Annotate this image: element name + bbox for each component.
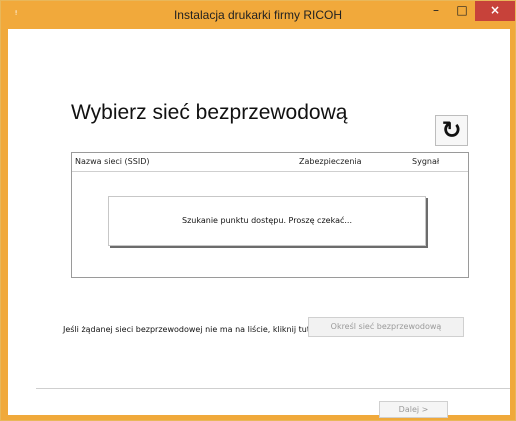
close-button[interactable]: × xyxy=(475,1,515,21)
title-bar[interactable]: ꜝ Instalacja drukarki firmy RICOH – □ × xyxy=(1,1,515,29)
divider xyxy=(36,388,510,389)
column-signal[interactable]: Sygnał xyxy=(412,153,439,171)
info-text: Jeśli żądanej sieci bezprzewodowej nie m… xyxy=(63,325,320,334)
refresh-button[interactable]: ↻ xyxy=(435,115,468,146)
maximize-button[interactable]: □ xyxy=(449,1,475,21)
minimize-button[interactable]: – xyxy=(423,1,449,21)
installer-window: ꜝ Instalacja drukarki firmy RICOH – □ × … xyxy=(0,0,516,421)
next-button[interactable]: Dalej > xyxy=(379,401,448,418)
network-table[interactable]: Nazwa sieci (SSID) Zabezpieczenia Sygnał… xyxy=(71,152,469,278)
refresh-icon: ↻ xyxy=(441,116,462,144)
table-header: Nazwa sieci (SSID) Zabezpieczenia Sygnał xyxy=(72,153,468,172)
page-title: Wybierz sieć bezprzewodową xyxy=(71,101,348,124)
column-security[interactable]: Zabezpieczenia xyxy=(299,153,362,171)
column-ssid[interactable]: Nazwa sieci (SSID) xyxy=(75,153,149,171)
searching-status-box: Szukanie punktu dostępu. Proszę czekać..… xyxy=(108,196,426,246)
main-content: Wybierz sieć bezprzewodową ↻ Nazwa sieci… xyxy=(8,29,510,418)
define-network-button[interactable]: Określ sieć bezprzewodową xyxy=(308,317,464,337)
